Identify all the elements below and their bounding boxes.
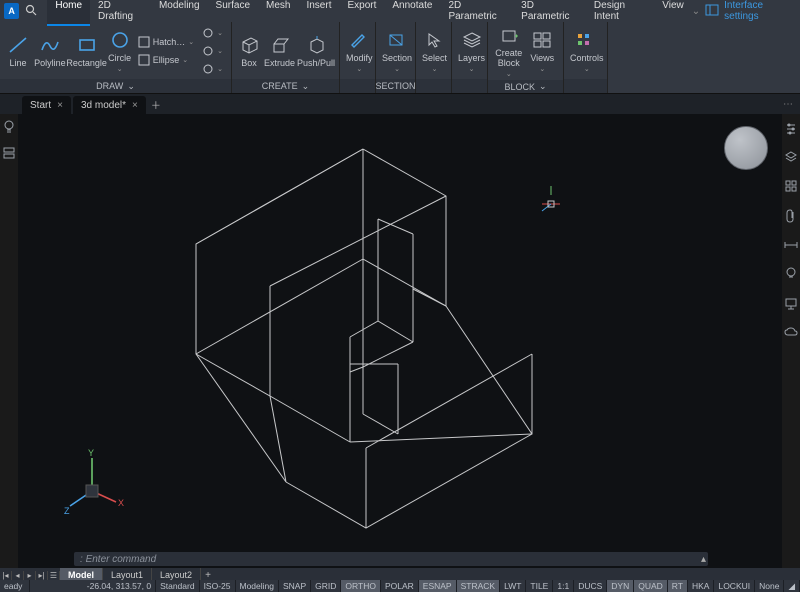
status-snap[interactable]: SNAP [279,580,311,592]
status-lockui[interactable]: LOCKUI [714,580,755,592]
polyline-tool[interactable]: Polyline [34,34,66,68]
command-expand-icon[interactable]: ▴ [701,554,706,565]
status-ready: eady [0,580,30,592]
viewport[interactable]: X Y Z : Enter command ▴ [18,114,782,570]
extrude-tool[interactable]: Extrude [264,34,295,68]
create-block-tool[interactable]: CreateBlock⌄ [494,24,524,78]
close-tab-icon[interactable]: × [57,100,63,111]
status-quad[interactable]: QUAD [634,580,668,592]
box-tool[interactable]: Box [238,34,260,68]
layers-panel-icon[interactable] [785,151,797,166]
status-strack[interactable]: STRACK [457,580,500,592]
panel-title-section: SECTION [376,81,416,91]
controls-tool[interactable]: Controls⌄ [570,29,604,73]
status-ortho[interactable]: ORTHO [341,580,381,592]
hatch-tool[interactable]: Hatch…⌄ [136,34,196,50]
ribbon: LinePolylineRectangleCircle⌄Hatch…⌄ Ellip… [0,22,800,94]
point-tool[interactable]: ⌄ [200,61,225,77]
status-modeling[interactable]: Modeling [236,580,280,592]
section-tool[interactable]: Section⌄ [382,29,412,73]
status-grip-icon[interactable]: ◢ [784,580,800,592]
modify-tool[interactable]: Modify⌄ [346,29,373,73]
menu-bar: A Home2D DraftingModelingSurfaceMeshInse… [0,0,800,22]
panels-icon[interactable] [706,5,718,18]
spline-tool[interactable]: ⌄ [200,43,225,59]
search-icon[interactable] [25,4,37,19]
layout-first-button[interactable]: |◂ [0,571,12,580]
add-tab-button[interactable]: ＋ [148,97,164,112]
status-bar: eady -26.04, 313.57, 0 StandardISO-25Mod… [0,580,800,592]
status-iso25[interactable]: ISO-25 [200,580,236,592]
status-lwt[interactable]: LWT [500,580,526,592]
status-polar[interactable]: POLAR [381,580,419,592]
status-none[interactable]: None [755,580,784,592]
chevron-down-icon[interactable]: ⌄ [692,6,700,17]
cursor-crosshair [542,186,560,211]
line-tool[interactable]: Line [6,34,30,68]
panel-title-block: BLOCK [504,82,535,92]
status-esnap[interactable]: ESNAP [419,580,457,592]
right-rail [782,114,800,340]
document-tabs: Start×3d model*× ＋ ⋯ [0,94,800,114]
pushpull-tool[interactable]: Push/Pull [299,34,333,68]
add-layout-button[interactable]: + [201,570,215,581]
panel-stack-icon[interactable] [3,147,15,162]
grid-icon[interactable] [785,180,797,195]
circle-tool[interactable]: Circle⌄ [108,29,132,73]
status-coordinates: -26.04, 313.57, 0 [83,580,156,592]
select-tool[interactable]: Select⌄ [422,29,447,73]
chevron-down-icon[interactable]: ⌄ [127,81,135,92]
command-placeholder: Enter command [86,554,157,565]
lightbulb-icon[interactable] [786,267,796,284]
layout-last-button[interactable]: ▸| [36,571,48,580]
file-tab-start[interactable]: Start× [22,96,71,114]
layout-list-icon[interactable]: ☰ [48,571,60,580]
panel-title-create: CREATE [262,81,298,91]
settings-sliders-icon[interactable] [785,122,797,137]
status-ducs[interactable]: DUCS [574,580,607,592]
status-grid[interactable]: GRID [311,580,341,592]
tab-overflow-button[interactable]: ⋯ [783,99,794,110]
ellipse-tool[interactable]: Ellipse⌄ [136,52,196,68]
panel-title-draw: DRAW [96,81,123,91]
views-tool[interactable]: Views⌄ [528,29,558,73]
command-prompt: : [80,554,83,565]
command-line-input[interactable]: : Enter command ▴ [74,552,708,566]
interface-settings-link[interactable]: Interface settings [724,0,796,22]
rectangle-tool[interactable]: Rectangle [70,34,104,68]
cloud-icon[interactable] [784,327,798,340]
chevron-down-icon[interactable]: ⌄ [302,81,310,92]
status-tile[interactable]: TILE [526,580,553,592]
menu-view[interactable]: View [654,0,692,26]
close-tab-icon[interactable]: × [132,100,138,111]
arc-tool[interactable]: ⌄ [200,25,225,41]
presentation-icon[interactable] [785,298,797,313]
status-rt[interactable]: RT [668,580,688,592]
status-hka[interactable]: HKA [688,580,714,592]
layers-tool[interactable]: Layers⌄ [458,29,485,73]
app-logo[interactable]: A [4,3,19,19]
status-11[interactable]: 1:1 [553,580,574,592]
attachment-icon[interactable] [786,209,796,226]
status-standard[interactable]: Standard [156,580,200,592]
left-rail [0,114,18,162]
lightbulb-icon[interactable] [3,120,15,137]
status-dyn[interactable]: DYN [607,580,634,592]
drawing-canvas[interactable] [18,114,782,570]
layout-next-button[interactable]: ▸ [24,571,36,580]
dimension-icon[interactable] [784,240,798,253]
chevron-down-icon[interactable]: ⌄ [539,81,547,92]
file-tab-3d-model[interactable]: 3d model*× [73,96,146,114]
layout-prev-button[interactable]: ◂ [12,571,24,580]
